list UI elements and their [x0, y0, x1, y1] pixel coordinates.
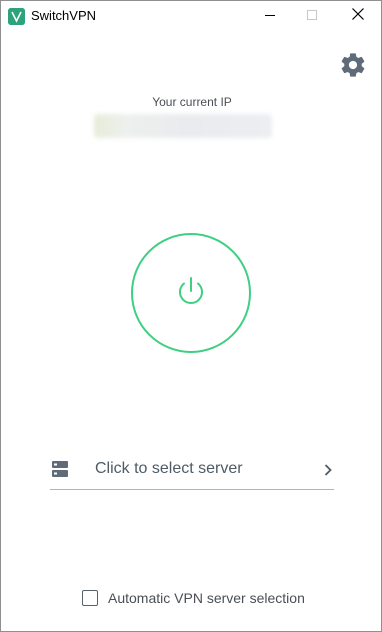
auto-server-selection[interactable]: Automatic VPN server selection — [82, 588, 305, 608]
auto-server-label: Automatic VPN server selection — [108, 590, 305, 606]
close-icon — [352, 7, 364, 25]
server-icon — [52, 461, 68, 482]
current-ip-value — [94, 114, 272, 138]
maximize-button[interactable] — [289, 1, 335, 31]
connect-button[interactable] — [131, 233, 251, 353]
maximize-icon — [307, 7, 317, 25]
server-selector[interactable]: Click to select server — [50, 451, 334, 490]
auto-server-checkbox[interactable] — [82, 590, 98, 606]
select-server-label: Click to select server — [95, 460, 243, 477]
minimize-button[interactable] — [247, 1, 293, 31]
current-ip-label: Your current IP — [152, 95, 232, 109]
settings-button[interactable] — [337, 51, 369, 83]
window-title: SwitchVPN — [31, 8, 97, 23]
app-window: SwitchVPN Your current IP Click to selec… — [0, 0, 382, 632]
app-logo-icon — [8, 8, 25, 25]
minimize-icon — [265, 7, 275, 25]
close-button[interactable] — [335, 1, 381, 31]
title-bar[interactable]: SwitchVPN — [1, 1, 381, 31]
power-icon — [174, 274, 208, 313]
chevron-right-icon — [324, 463, 332, 481]
gear-icon — [339, 51, 367, 84]
